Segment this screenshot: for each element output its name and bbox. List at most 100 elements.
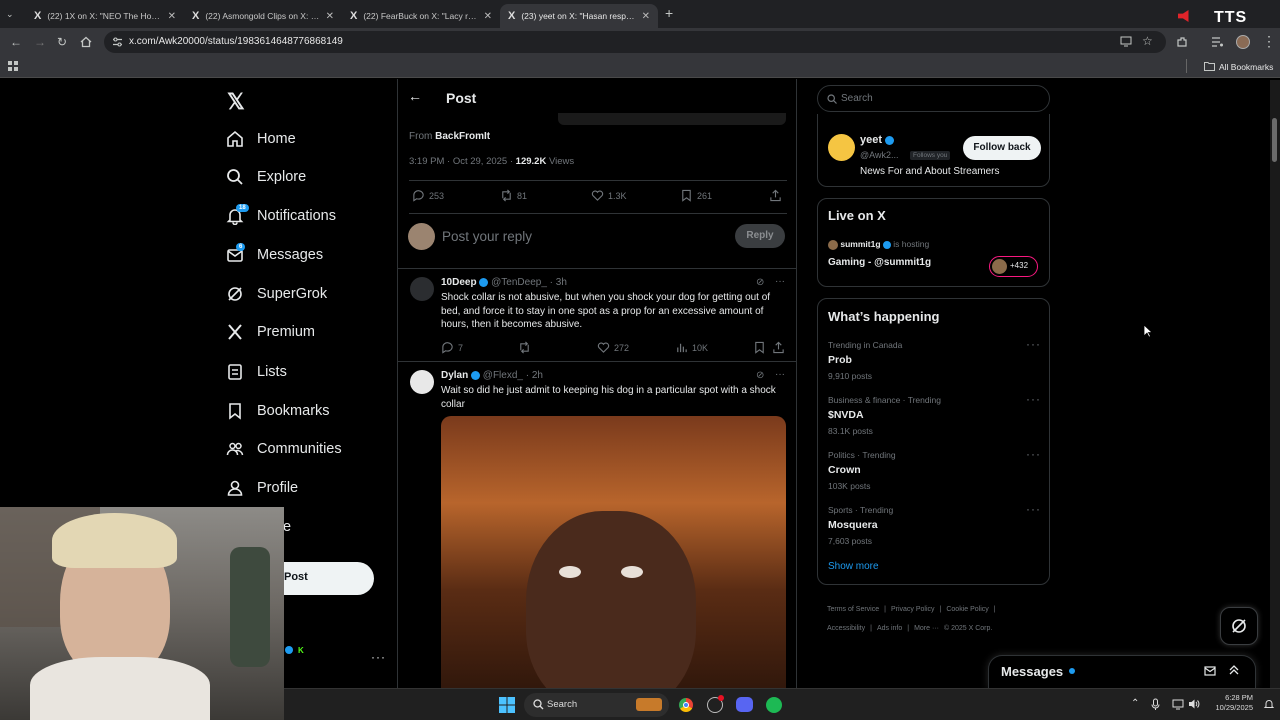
show-more-link[interactable]: Show more bbox=[828, 561, 879, 572]
more-options-icon[interactable]: ··· bbox=[1026, 502, 1041, 516]
reload-icon[interactable]: ↻ bbox=[57, 35, 67, 49]
reply-action[interactable]: 7 bbox=[441, 341, 463, 354]
post-timestamp[interactable]: 3:19 PM · Oct 29, 2025 · bbox=[409, 156, 516, 167]
address-bar[interactable]: x.com/Awk20000/status/198361464877686814… bbox=[104, 31, 1166, 53]
footer-link[interactable]: More ··· bbox=[914, 625, 939, 632]
repost-action[interactable]: 81 bbox=[500, 189, 527, 202]
search-input[interactable]: Search bbox=[817, 85, 1050, 112]
tray-chevron-up-icon[interactable]: ⌃ bbox=[1131, 698, 1139, 709]
nav-more-partial[interactable]: e bbox=[283, 519, 291, 535]
back-arrow-icon[interactable]: ← bbox=[10, 35, 22, 49]
bookmark-star-icon[interactable]: ☆ bbox=[1142, 34, 1153, 48]
reply-author-name[interactable]: 10Deep bbox=[441, 277, 477, 288]
close-tab-icon[interactable]: ✕ bbox=[642, 11, 650, 22]
nav-explore[interactable]: Explore bbox=[226, 162, 306, 192]
taskbar-clock[interactable]: 6:28 PM 10/29/2025 bbox=[1209, 693, 1253, 713]
expand-chevrons-icon[interactable] bbox=[1228, 664, 1240, 676]
apps-grid-icon[interactable] bbox=[8, 61, 19, 72]
nav-home[interactable]: Home bbox=[226, 124, 296, 154]
home-page-icon[interactable] bbox=[80, 36, 92, 48]
back-arrow-icon[interactable]: ← bbox=[408, 88, 422, 104]
nav-messages[interactable]: 6 Messages bbox=[226, 240, 323, 270]
follow-back-button[interactable]: Follow back bbox=[963, 136, 1041, 160]
trend-item[interactable]: Politics · Trending Crown 103K posts ··· bbox=[828, 447, 1041, 491]
post-button[interactable]: Post bbox=[284, 562, 374, 595]
reply-action[interactable]: 253 bbox=[412, 189, 444, 202]
media-control-icon[interactable] bbox=[1211, 36, 1224, 48]
site-info-icon[interactable] bbox=[112, 37, 123, 47]
nav-profile[interactable]: Profile bbox=[226, 473, 298, 503]
footer-link[interactable]: Cookie Policy bbox=[946, 606, 988, 613]
volume-icon[interactable] bbox=[1188, 698, 1200, 710]
repost-action[interactable] bbox=[518, 341, 535, 354]
footer-link[interactable]: Ads info bbox=[877, 625, 902, 632]
account-menu-icon[interactable]: ··· bbox=[371, 650, 386, 664]
reply-button[interactable]: Reply bbox=[735, 224, 785, 248]
reply-tweet[interactable]: 10Deep @TenDeep_ · 3h ⊘ ··· Shock collar… bbox=[398, 269, 796, 361]
page-scrollbar[interactable] bbox=[1270, 80, 1280, 688]
nav-premium[interactable]: Premium bbox=[226, 317, 315, 347]
share-action[interactable] bbox=[772, 341, 789, 354]
live-listeners-pill[interactable]: +432 bbox=[989, 256, 1038, 277]
views-action[interactable]: 10K bbox=[675, 341, 708, 354]
more-options-icon[interactable]: ··· bbox=[1026, 337, 1041, 351]
reply-input[interactable]: Post your reply bbox=[442, 229, 532, 244]
reply-author-name[interactable]: Dylan bbox=[441, 370, 468, 381]
windows-start-icon[interactable] bbox=[499, 697, 515, 713]
nav-supergrok[interactable]: SuperGrok bbox=[226, 279, 327, 309]
browser-tab-2[interactable]: X (22) Asmongold Clips on X: ""B ✕ bbox=[184, 4, 342, 28]
network-icon[interactable] bbox=[1172, 698, 1184, 710]
trend-item[interactable]: Trending in Canada Prob 9,910 posts ··· bbox=[828, 337, 1041, 381]
trend-item[interactable]: Sports · Trending Mosquera 7,603 posts ·… bbox=[828, 502, 1041, 546]
bookmark-action[interactable]: 261 bbox=[680, 189, 712, 202]
like-action[interactable]: 272 bbox=[597, 341, 629, 354]
browser-menu-icon[interactable]: ⋮ bbox=[1262, 34, 1276, 48]
nav-bookmarks[interactable]: Bookmarks bbox=[226, 396, 330, 426]
tab-search-chevron-icon[interactable]: ⌄ bbox=[6, 7, 14, 21]
browser-tab-1[interactable]: X (22) 1X on X: "NEO The Home R ✕ bbox=[26, 4, 184, 28]
reply-tweet[interactable]: Dylan @Flexd_ · 2h ⊘ ··· Wait so did he … bbox=[398, 362, 796, 720]
grok-floating-button[interactable] bbox=[1220, 607, 1258, 645]
forward-arrow-icon[interactable]: → bbox=[34, 35, 46, 49]
extensions-icon[interactable] bbox=[1176, 36, 1188, 48]
browser-tab-3[interactable]: X (22) FearBuck on X: "Lacy respo ✕ bbox=[342, 4, 500, 28]
grok-icon[interactable]: ⊘ bbox=[756, 370, 764, 381]
x-logo-icon[interactable]: 𝕏 bbox=[227, 89, 245, 115]
microphone-icon[interactable] bbox=[1151, 698, 1160, 711]
nav-notifications[interactable]: 18 Notifications bbox=[226, 201, 336, 231]
follow-name[interactable]: yeet bbox=[860, 134, 882, 146]
browser-tab-4-active[interactable]: X (23) yeet on X: "Hasan respond ✕ bbox=[500, 4, 658, 28]
more-options-icon[interactable]: ··· bbox=[1026, 392, 1041, 406]
new-tab-button[interactable]: + bbox=[665, 6, 673, 20]
install-app-icon[interactable] bbox=[1120, 36, 1132, 47]
share-action[interactable] bbox=[769, 189, 786, 202]
all-bookmarks-button[interactable]: All Bookmarks bbox=[1219, 62, 1273, 72]
close-tab-icon[interactable]: ✕ bbox=[484, 11, 492, 22]
spotify-icon[interactable] bbox=[766, 697, 782, 713]
close-tab-icon[interactable]: ✕ bbox=[326, 11, 334, 22]
reply-media-image[interactable] bbox=[441, 416, 786, 706]
profile-avatar[interactable] bbox=[1236, 35, 1250, 49]
taskbar-search[interactable]: Search bbox=[524, 693, 669, 717]
close-tab-icon[interactable]: ✕ bbox=[168, 11, 176, 22]
trend-item[interactable]: Business & finance · Trending $NVDA 83.1… bbox=[828, 392, 1041, 436]
user-avatar[interactable] bbox=[828, 134, 855, 161]
more-options-icon[interactable]: ··· bbox=[775, 276, 785, 287]
from-name-link[interactable]: BackFromIt bbox=[435, 131, 490, 142]
live-stream-title[interactable]: Gaming - @summit1g bbox=[828, 257, 931, 268]
bookmark-action[interactable] bbox=[753, 341, 770, 354]
notification-bell-icon[interactable] bbox=[1263, 698, 1275, 710]
new-message-icon[interactable] bbox=[1204, 665, 1217, 677]
more-options-icon[interactable]: ··· bbox=[1026, 447, 1041, 461]
footer-link[interactable]: Accessibility bbox=[827, 625, 865, 632]
messages-drawer[interactable]: Messages bbox=[988, 655, 1256, 688]
discord-icon[interactable] bbox=[736, 697, 753, 712]
nav-communities[interactable]: Communities bbox=[226, 434, 342, 464]
scrollbar-thumb[interactable] bbox=[1272, 118, 1277, 162]
grok-icon[interactable]: ⊘ bbox=[756, 277, 764, 288]
footer-link[interactable]: Terms of Service bbox=[827, 606, 879, 613]
nav-lists[interactable]: Lists bbox=[226, 357, 287, 387]
chrome-icon[interactable] bbox=[678, 697, 694, 713]
more-options-icon[interactable]: ··· bbox=[775, 369, 785, 380]
footer-link[interactable]: Privacy Policy bbox=[891, 606, 935, 613]
